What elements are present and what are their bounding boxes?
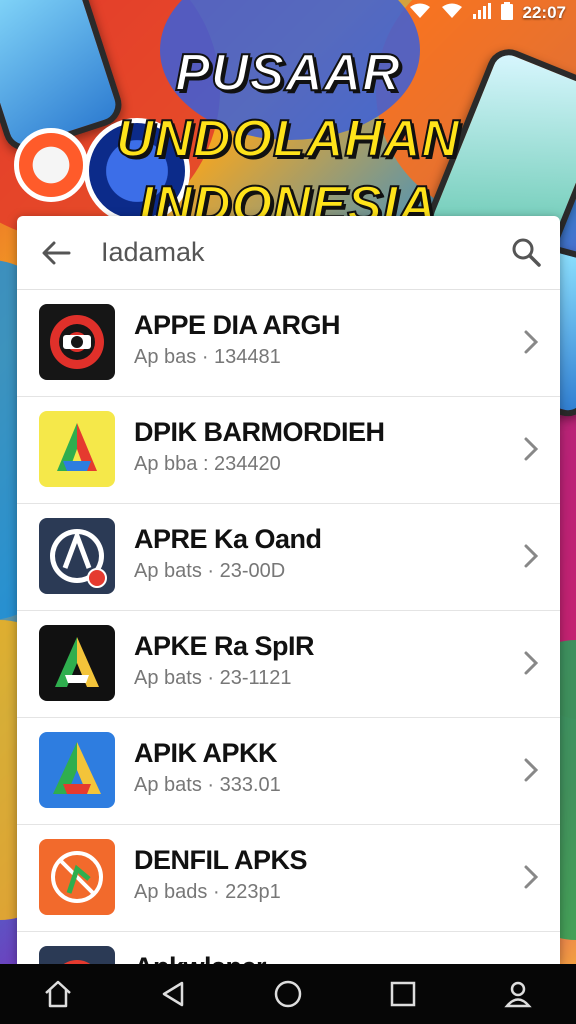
back-arrow-icon[interactable]: [39, 236, 73, 270]
home-icon[interactable]: [38, 974, 78, 1014]
app-icon: [39, 411, 115, 487]
app-name: APRE Ka Oand: [134, 524, 322, 554]
app-name: DENFIL APKS: [134, 845, 308, 875]
app-meta: Ap bats · 333.01: [134, 774, 281, 796]
list-item[interactable]: Apkwlaper: [17, 932, 560, 964]
headline-word: PUSAAR: [174, 43, 401, 103]
profile-icon[interactable]: [498, 974, 538, 1014]
list-item[interactable]: APRE Ka Oand Ap bats · 23-00D: [17, 504, 560, 611]
app-name: APIK APKK: [134, 738, 278, 768]
chevron-right-icon: [522, 435, 540, 463]
app-meta: Ap bads · 223p1: [134, 881, 281, 903]
search-query[interactable]: Iadamak: [101, 237, 205, 268]
search-bar: Iadamak: [17, 216, 560, 290]
app-icon: [39, 732, 115, 808]
chevron-right-icon: [522, 542, 540, 570]
chevron-right-icon: [522, 649, 540, 677]
back-triangle-icon[interactable]: [153, 974, 193, 1014]
app-name: APPE DIA ARGH: [134, 310, 341, 340]
app-name: DPIK BARMORDIEH: [134, 417, 385, 447]
chevron-right-icon: [522, 756, 540, 784]
battery-icon: [500, 1, 513, 25]
list-item[interactable]: DPIK BARMORDIEH Ap bba : 234420: [17, 397, 560, 504]
recents-square-icon[interactable]: [383, 974, 423, 1014]
list-item[interactable]: APIK APKK Ap bats · 333.01: [17, 718, 560, 825]
app-meta: Ap bats · 23-1121: [134, 667, 292, 689]
app-icon: [39, 839, 115, 915]
list-item[interactable]: DENFIL APKS Ap bads · 223p1: [17, 825, 560, 932]
app-meta: Ap bba : 234420: [134, 453, 281, 475]
app-icon: [39, 518, 115, 594]
circle-home-icon[interactable]: [268, 974, 308, 1014]
app-icon: [39, 304, 115, 380]
app-name: APKE Ra SpIR: [134, 631, 315, 661]
signal-icon: [472, 2, 491, 24]
app-list: APPE DIA ARGH Ap bas · 134481 DPIK BARMO…: [17, 290, 560, 964]
app-meta: Ap bas · 134481: [134, 346, 281, 368]
headline-word: UNDOLAHAN: [115, 109, 461, 169]
list-item[interactable]: APKE Ra SpIR Ap bats · 23-1121: [17, 611, 560, 718]
search-icon[interactable]: [510, 236, 542, 268]
navigation-bar: [0, 964, 576, 1024]
clock: 22:07: [522, 3, 566, 22]
app-icon: [39, 625, 115, 701]
promo-headline: PUSAAR UNDOLAHAN INDONESIA: [0, 40, 576, 238]
list-item[interactable]: APPE DIA ARGH Ap bas · 134481: [17, 290, 560, 397]
app-name: Apkwlaper: [134, 952, 267, 964]
chevron-right-icon: [522, 328, 540, 356]
status-bar: 22:07: [409, 0, 576, 26]
chevron-right-icon: [522, 863, 540, 891]
wifi-icon: [441, 3, 463, 24]
wifi-icon: [409, 3, 431, 24]
app-meta: Ap bats · 23-00D: [134, 560, 286, 582]
app-list-card: Iadamak APPE DIA ARGH Ap bas · 134481 DP…: [17, 216, 560, 964]
app-icon: [39, 946, 115, 964]
